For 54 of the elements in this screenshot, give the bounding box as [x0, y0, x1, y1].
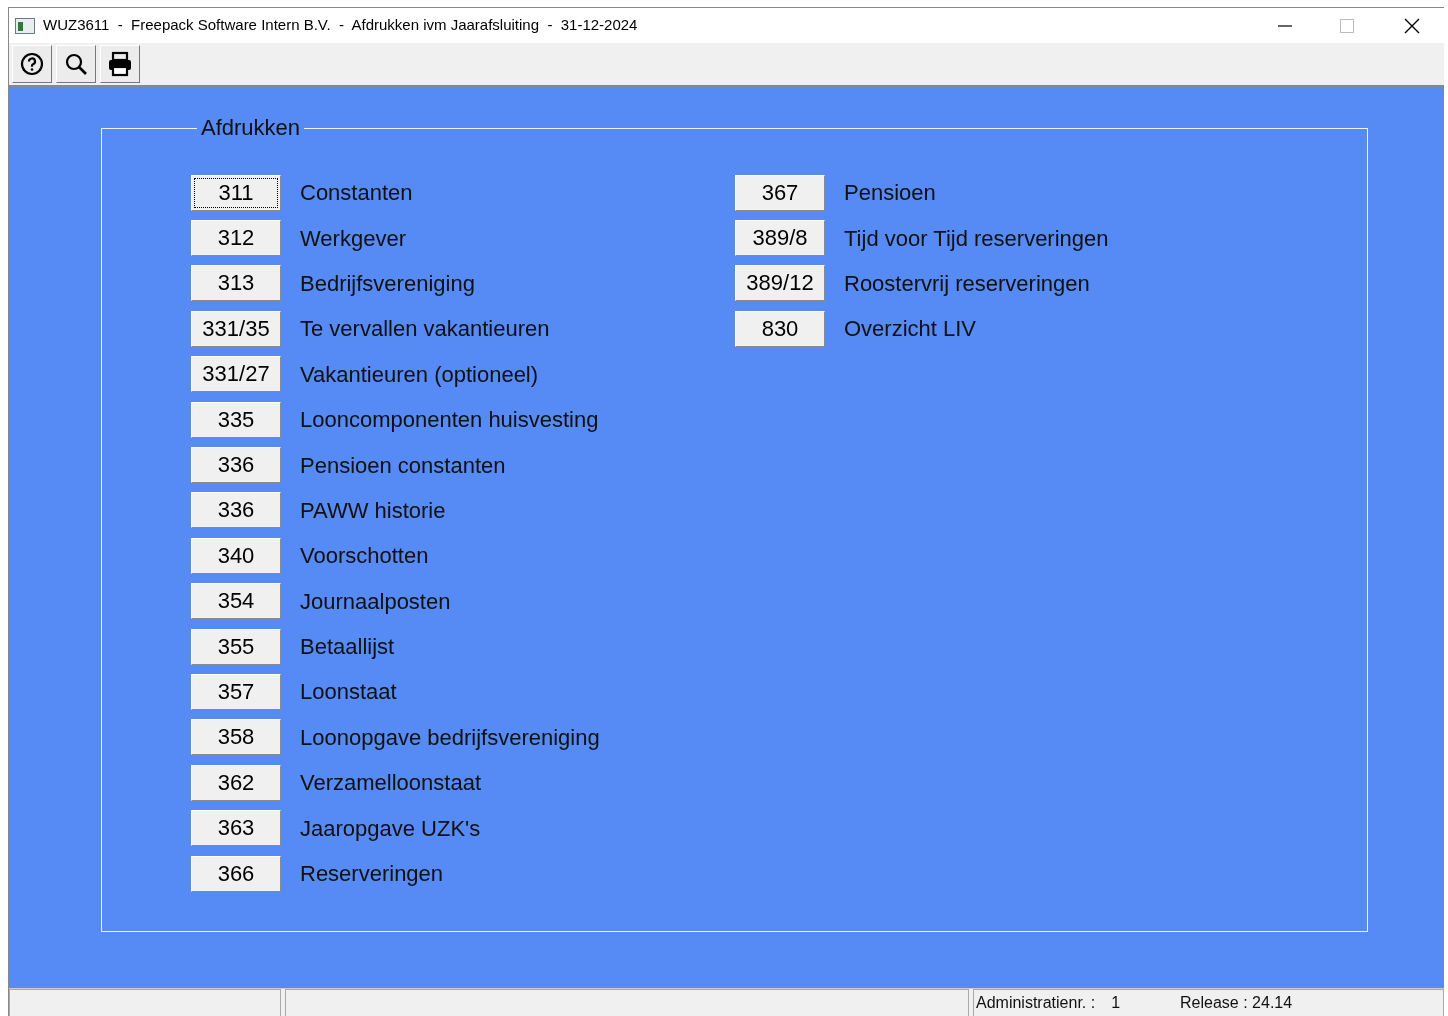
report-label: Jaaropgave UZK's — [300, 814, 481, 843]
report-button[interactable]: 335 — [191, 401, 281, 438]
printer-icon — [107, 51, 133, 77]
toolbar-button[interactable] — [56, 45, 96, 83]
report-button[interactable]: 311 — [191, 174, 281, 211]
toolbar-button[interactable] — [100, 45, 140, 83]
app-icon — [15, 17, 35, 34]
report-button[interactable]: 830 — [735, 310, 825, 347]
report-label: Loonopgave bedrijfsvereniging — [300, 723, 600, 752]
report-button[interactable]: 313 — [191, 265, 281, 302]
report-label: Journaalposten — [300, 587, 451, 616]
report-button[interactable]: 367 — [735, 174, 825, 211]
report-button[interactable]: 312 — [191, 220, 281, 257]
report-label: Werkgever — [300, 224, 406, 253]
report-label: Constanten — [300, 179, 413, 208]
minimize-icon[interactable] — [1278, 24, 1292, 27]
report-button[interactable]: 363 — [191, 810, 281, 847]
report-button[interactable]: 331/27 — [191, 356, 281, 393]
report-button[interactable]: 336 — [191, 492, 281, 529]
report-label: Tijd voor Tijd reserveringen — [844, 224, 1109, 253]
report-button[interactable]: 389/8 — [735, 220, 825, 257]
report-label: Reserveringen — [300, 860, 444, 889]
report-label: Te vervallen vakantieuren — [300, 315, 550, 344]
release-text: Release : 24.14 — [1180, 993, 1293, 1013]
group-title: Afdrukken — [200, 117, 302, 139]
report-button[interactable]: 355 — [191, 628, 281, 665]
report-label: Loonstaat — [300, 678, 397, 707]
window-title: WUZ3611 - Freepack Software Intern B.V. - Afdrukken ivm Jaarafsluiting - 31-12-2024 — [43, 15, 638, 36]
report-button[interactable]: 354 — [191, 583, 281, 620]
report-label: Looncomponenten huisvesting — [300, 406, 599, 435]
report-label: Vakantieuren (optioneel) — [300, 360, 539, 389]
help-icon — [20, 52, 44, 76]
report-button[interactable]: 362 — [191, 764, 281, 801]
report-label: Voorschotten — [300, 542, 429, 571]
report-button[interactable]: 357 — [191, 674, 281, 710]
report-label: Pensioen constanten — [300, 451, 506, 480]
report-button[interactable]: 340 — [191, 537, 281, 574]
report-label: Pensioen — [844, 179, 936, 208]
report-label: Roostervrij reserveringen — [844, 269, 1090, 298]
report-label: Betaallijst — [300, 633, 395, 662]
report-button[interactable]: 358 — [191, 719, 281, 756]
administration-number: 1 — [1111, 993, 1121, 1013]
report-label: PAWW historie — [300, 496, 446, 525]
toolbar-button[interactable] — [12, 45, 52, 83]
report-label: Verzamelloonstaat — [300, 769, 481, 798]
report-label: Bedrijfsvereniging — [300, 269, 475, 298]
report-button[interactable]: 366 — [191, 855, 281, 892]
report-label: Overzicht LIV — [844, 315, 977, 344]
report-button[interactable]: 389/12 — [735, 265, 825, 302]
report-button[interactable]: 336 — [191, 447, 281, 484]
search-icon — [64, 52, 88, 76]
report-button[interactable]: 331/35 — [191, 310, 281, 347]
administration-label: Administratienr. : — [976, 993, 1096, 1013]
close-icon[interactable] — [1404, 17, 1420, 34]
